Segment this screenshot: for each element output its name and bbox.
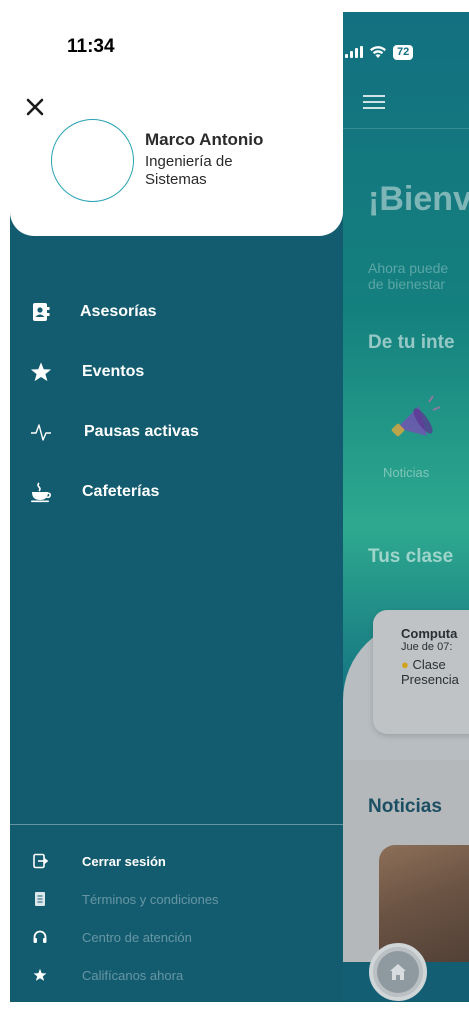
drawer-divider [10,824,343,825]
terms-label: Términos y condiciones [82,891,219,907]
menu-label-asesorias: Asesorías [80,303,157,320]
class-title: Computa [401,626,458,641]
support-center-item[interactable]: Centro de atención [10,918,343,956]
menu-label-pausas-activas: Pausas activas [84,423,199,440]
class-time: Jue de 07: [401,641,453,653]
menu-label-eventos: Eventos [82,363,145,380]
megaphone-icon[interactable] [383,392,443,452]
star-icon [32,967,48,983]
side-drawer: 11:34 Marco Antonio Ingeniería de Sistem… [10,12,343,1002]
status-time: 11:34 [67,36,115,57]
user-name: Marco Antonio [145,130,264,149]
pulse-icon [30,421,52,443]
class-card[interactable]: Computa Jue de 07: ● Clase Presencia [373,610,469,734]
wifi-icon [370,46,386,58]
interest-heading: De tu inte [368,332,455,353]
header-divider [343,128,469,129]
drawer-menu: Asesorías Eventos Pausas activas Cafeter… [10,282,343,522]
support-center-label: Centro de atención [82,929,192,945]
avatar[interactable] [51,119,134,202]
location-pin-icon: ● [401,657,409,672]
document-icon [32,891,48,907]
drawer-footer: Cerrar sesión Términos y condiciones Cen… [10,842,343,994]
news-heading: Noticias [368,796,442,817]
welcome-heading: ¡Bienv [368,180,469,218]
menu-item-eventos[interactable]: Eventos [10,342,343,402]
contact-book-icon [30,301,52,323]
drawer-header: 11:34 Marco Antonio Ingeniería de Sistem… [10,12,343,236]
home-icon [390,964,406,980]
menu-item-cafeterias[interactable]: Cafeterías [10,462,343,522]
headset-icon [32,929,48,945]
class-location: Clase Presencia [401,657,459,687]
menu-item-asesorias[interactable]: Asesorías [10,282,343,342]
menu-item-pausas-activas[interactable]: Pausas activas [10,402,343,462]
classes-heading: Tus clase [368,546,454,567]
rate-app-label: Califícanos ahora [82,967,184,983]
user-career: Ingeniería de Sistemas [145,153,233,188]
coffee-cup-icon [30,481,52,503]
battery-indicator: 72 [393,44,414,60]
welcome-subtitle: Ahora puede de bienestar [368,260,449,292]
status-bar-right: 72 [343,40,469,64]
star-icon [30,361,52,383]
home-button[interactable] [369,943,427,1001]
interest-item-label[interactable]: Noticias [383,465,429,480]
terms-item[interactable]: Términos y condiciones [10,880,343,918]
rate-app-item[interactable]: Califícanos ahora [10,956,343,994]
menu-label-cafeterias: Cafeterías [82,483,160,500]
close-icon[interactable] [24,96,46,118]
cellular-signal-icon [345,46,363,58]
logout-label: Cerrar sesión [82,853,166,869]
logout-icon [32,853,48,869]
background-app: 72 ¡Bienv Ahora puede de bienestar De tu… [343,0,469,1017]
hamburger-menu-icon[interactable] [363,95,385,109]
logout-item[interactable]: Cerrar sesión [10,842,343,880]
